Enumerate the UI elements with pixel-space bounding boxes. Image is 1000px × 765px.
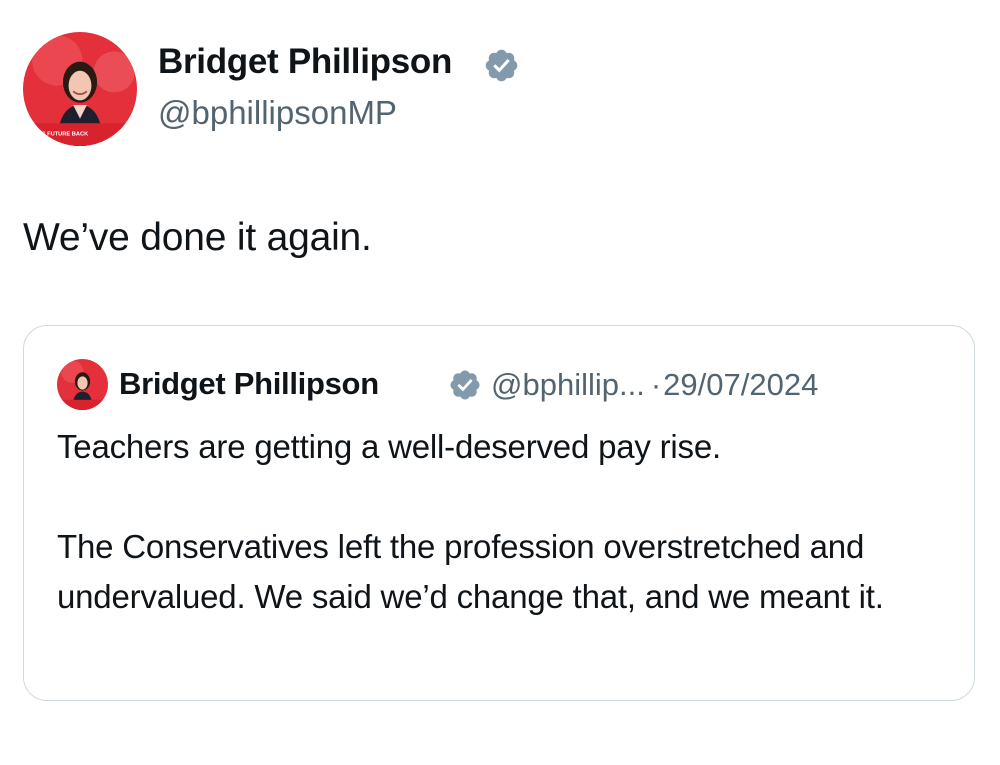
verified-badge-icon — [450, 370, 480, 400]
tweet-text: We’ve done it again. — [23, 216, 372, 259]
quoted-author-name: Bridget Phillipson — [119, 366, 379, 401]
quoted-tweet-date: 29/07/2024 — [663, 367, 819, 402]
profile-photo-icon — [57, 359, 108, 410]
quoted-author-avatar — [57, 359, 108, 410]
author-handle[interactable]: @bphillipsonMP — [158, 94, 397, 132]
profile-photo-icon: TAIN'S FUTURE BACK — [23, 32, 137, 146]
author-avatar[interactable]: TAIN'S FUTURE BACK — [23, 32, 137, 146]
verified-badge-icon — [485, 49, 518, 82]
quoted-tweet-paragraph: Teachers are getting a well-deserved pay… — [57, 428, 721, 465]
quoted-tweet-paragraph: The Conservatives left the profession ov… — [57, 528, 884, 615]
quoted-tweet-text: Teachers are getting a well-deserved pay… — [57, 422, 947, 622]
meta-separator: · — [650, 367, 662, 402]
author-name[interactable]: Bridget Phillipson — [158, 42, 452, 82]
quoted-author-handle: @bphillip... — [491, 367, 645, 402]
svg-text:TAIN'S FUTURE BACK: TAIN'S FUTURE BACK — [28, 132, 90, 138]
quoted-tweet-card[interactable]: Bridget Phillipson @bphillip... ·29/07/20… — [23, 325, 975, 701]
quoted-tweet-meta: @bphillip... ·29/07/2024 — [491, 367, 818, 403]
